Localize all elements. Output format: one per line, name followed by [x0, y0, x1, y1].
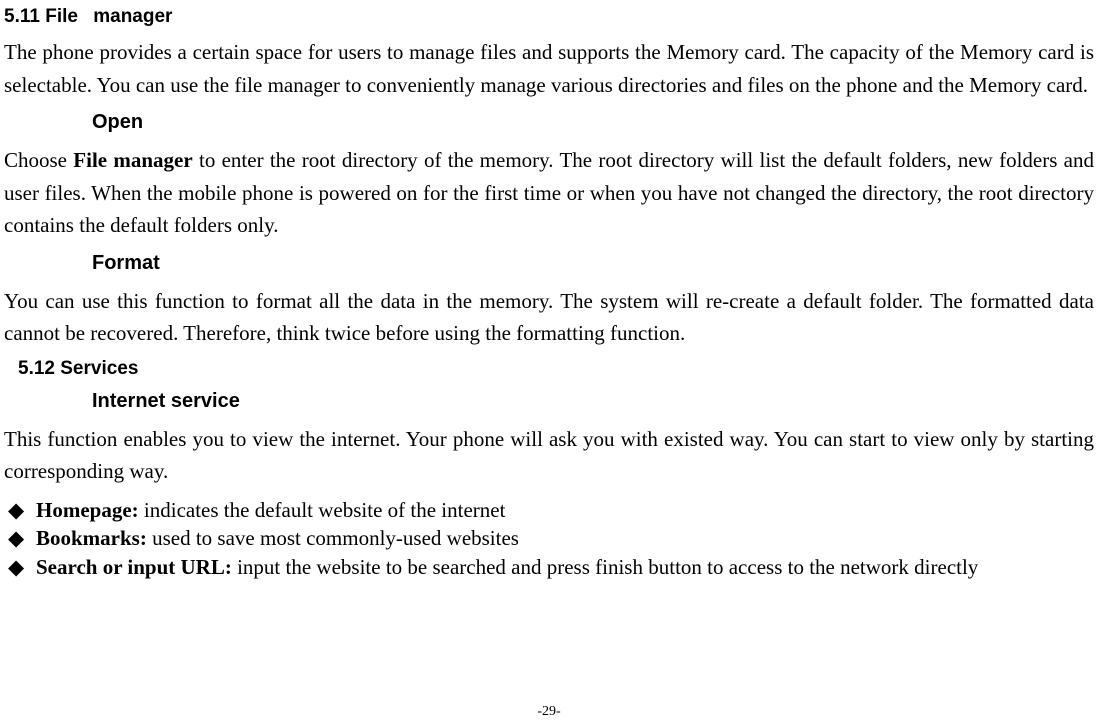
bullet-homepage-desc: indicates the default website of the int… — [139, 498, 506, 522]
diamond-bullet-icon: ◆ — [8, 496, 36, 524]
open-body-prefix: Choose — [4, 148, 73, 172]
bullet-homepage: ◆Homepage: indicates the default website… — [8, 496, 1094, 524]
format-body: You can use this function to format all … — [4, 285, 1094, 350]
internet-service-bullets: ◆Homepage: indicates the default website… — [4, 496, 1094, 581]
bullet-bookmarks-term: Bookmarks: — [36, 526, 147, 550]
section-5-11-title: manager — [93, 6, 172, 27]
bullet-search-url: ◆Search or input URL: input the website … — [8, 553, 1094, 581]
open-body: Choose File manager to enter the root di… — [4, 144, 1094, 242]
internet-service-heading: Internet service — [92, 390, 1094, 413]
open-heading: Open — [92, 111, 1094, 134]
document-page: 5.11 File manager The phone provides a c… — [0, 0, 1098, 726]
page-number: -29- — [0, 704, 1098, 720]
internet-service-body: This function enables you to view the in… — [4, 423, 1094, 488]
format-heading: Format — [92, 252, 1094, 275]
bullet-bookmarks-desc: used to save most commonly-used websites — [147, 526, 519, 550]
section-5-12-heading: 5.12 Services — [18, 358, 1094, 380]
bullet-homepage-term: Homepage: — [36, 498, 139, 522]
bullet-search-url-desc: input the website to be searched and pre… — [232, 555, 978, 579]
file-manager-intro: The phone provides a certain space for u… — [4, 36, 1094, 101]
bullet-search-url-term: Search or input URL: — [36, 555, 232, 579]
section-5-11-number: 5.11 File — [4, 6, 78, 27]
diamond-bullet-icon: ◆ — [8, 524, 36, 552]
open-body-bold: File manager — [73, 148, 192, 172]
bullet-bookmarks: ◆Bookmarks: used to save most commonly-u… — [8, 524, 1094, 552]
diamond-bullet-icon: ◆ — [8, 553, 36, 581]
section-5-11-heading: 5.11 File manager — [4, 6, 1094, 28]
